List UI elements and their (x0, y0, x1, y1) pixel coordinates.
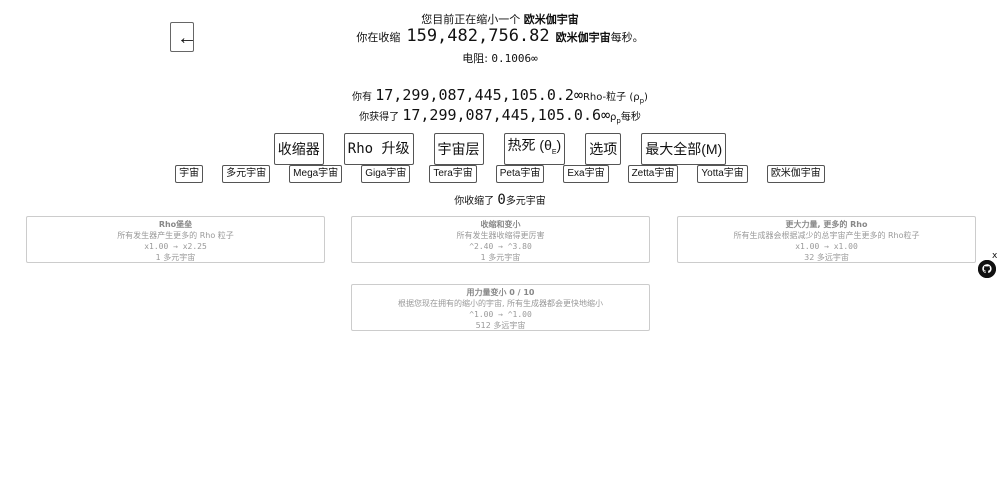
upgrade-desc: 所有生成器会根据减少的总宇宙产生更多的 Rho粒子 (733, 231, 920, 240)
rho-gain-value: 17,299,087,445,105.0.6∞ (402, 106, 611, 124)
upgrade-cost: 1 多元宇宙 (480, 253, 521, 262)
rho-have-value: 17,299,087,445,105.0.2∞ (375, 86, 583, 104)
shrunk-count: 你收缩了 0多元宇宙 (0, 192, 1000, 208)
upgrade-cost: 1 多元宇宙 (155, 253, 196, 262)
shrink-rate: 你在收缩 159,482,756.82 欧米伽宇宙每秒。 (0, 26, 1000, 46)
upgrade-card[interactable]: 用力量变小 0 / 10 根据您现在拥有的缩小的宇宙, 所有生成器都会更快地缩小… (351, 284, 650, 331)
upgrade-title: Rho堡垒 (158, 220, 193, 229)
upgrade-desc: 所有发生器收缩得更厉害 (456, 231, 545, 240)
rate-prefix: 你在收缩 (356, 31, 401, 44)
tab-heat-death-close: ) (556, 137, 562, 153)
upgrade-cost: 32 多远宇宙 (804, 253, 849, 262)
upgrade-title: 收缩和变小 (480, 220, 521, 229)
subtab-exaverse[interactable]: Exa宇宙 (563, 165, 609, 183)
resistance: 电阻: 0.1006∞ (0, 50, 1000, 66)
subtab-megaverse[interactable]: Mega宇宙 (289, 165, 343, 183)
main-tabs: 收缩器 Rho 升级 宇宙层 热死 (θE) 选项 最大全部(M) (0, 133, 1000, 165)
upgrade-effect: x1.00 → x1.00 (795, 242, 858, 251)
subtab-teraverse[interactable]: Tera宇宙 (429, 165, 477, 183)
upgrade-title: 更大力量, 更多的 Rho (785, 220, 868, 229)
rho-gain-prefix: 你获得了 (359, 112, 400, 123)
subtab-petaverse[interactable]: Peta宇宙 (495, 165, 545, 183)
github-icon-shape (978, 260, 996, 278)
tab-max-all[interactable]: 最大全部(M) (641, 133, 727, 165)
github-icon[interactable] (978, 260, 996, 278)
tab-universe-layer[interactable]: 宇宙层 (433, 133, 484, 165)
shrunk-prefix: 你收缩了 (454, 196, 495, 207)
upgrade-card[interactable]: 更大力量, 更多的 Rho 所有生成器会根据减少的总宇宙产生更多的 Rho粒子 … (677, 216, 976, 263)
upgrade-card[interactable]: Rho堡垒 所有发生器产生更多的 Rho 粒子 x1.00 → x2.25 1 … (26, 216, 325, 263)
subtab-yottaverse[interactable]: Yotta宇宙 (697, 165, 748, 183)
shrunk-unit: 多元宇宙 (505, 196, 546, 207)
shrunk-value: 0 (497, 192, 506, 208)
subtab-zettaverse[interactable]: Zetta宇宙 (627, 165, 679, 183)
universe-subtabs: 宇宙 多元宇宙 Mega宇宙 Giga宇宙 Tera宇宙 Peta宇宙 Exa宇… (0, 165, 1000, 183)
tab-heat-death-label: 热死 (θ (507, 137, 552, 153)
tab-rho-upgrades[interactable]: Rho 升级 (343, 133, 414, 165)
rho-amount: 你有 17,299,087,445,105.0.2∞Rho-粒子 (ρp) (0, 86, 1000, 105)
rho-have-unit: Rho-粒子 (ρ (582, 92, 640, 103)
resistance-label: 电阻: (462, 52, 488, 65)
subtab-omegaverse[interactable]: 欧米伽宇宙 (766, 165, 825, 183)
rho-have-prefix: 你有 (352, 92, 373, 103)
subtab-universe[interactable]: 宇宙 (175, 165, 204, 183)
upgrade-effect: ^1.00 → ^1.00 (469, 310, 532, 319)
shrink-status: 您目前正在缩小一个 欧米伽宇宙 (0, 11, 1000, 27)
upgrade-desc: 所有发生器产生更多的 Rho 粒子 (117, 231, 234, 240)
rho-gain: 你获得了 17,299,087,445,105.0.6∞ρp每秒 (0, 106, 1000, 125)
subtab-multiverse[interactable]: 多元宇宙 (222, 165, 271, 183)
shrink-prefix: 您目前正在缩小一个 (421, 13, 521, 26)
upgrade-title: 用力量变小 0 / 10 (466, 288, 535, 297)
rate-suffix: 每秒。 (610, 31, 644, 44)
rho-have-close: ) (644, 92, 648, 103)
upgrade-card[interactable]: 收缩和变小 所有发生器收缩得更厉害 ^2.40 → ^3.80 1 多元宇宙 (351, 216, 650, 263)
shrink-target: 欧米伽宇宙 (523, 13, 579, 26)
rate-unit: 欧米伽宇宙 (555, 31, 611, 44)
tab-shrinkers[interactable]: 收缩器 (273, 133, 324, 165)
upgrade-effect: x1.00 → x2.25 (144, 242, 207, 251)
rate-value: 159,482,756.82 (406, 26, 550, 46)
resistance-value: 0.1006∞ (491, 52, 538, 65)
upgrade-effect: ^2.40 → ^3.80 (469, 242, 532, 251)
subtab-gigaverse[interactable]: Giga宇宙 (361, 165, 411, 183)
upgrade-desc: 根据您现在拥有的缩小的宇宙, 所有生成器都会更快地缩小 (397, 299, 604, 308)
tab-heat-death[interactable]: 热死 (θE) (503, 133, 566, 165)
tab-options[interactable]: 选项 (585, 133, 622, 165)
rho-gain-suffix: 每秒 (620, 112, 641, 123)
upgrade-cost: 512 多远宇宙 (475, 321, 526, 330)
